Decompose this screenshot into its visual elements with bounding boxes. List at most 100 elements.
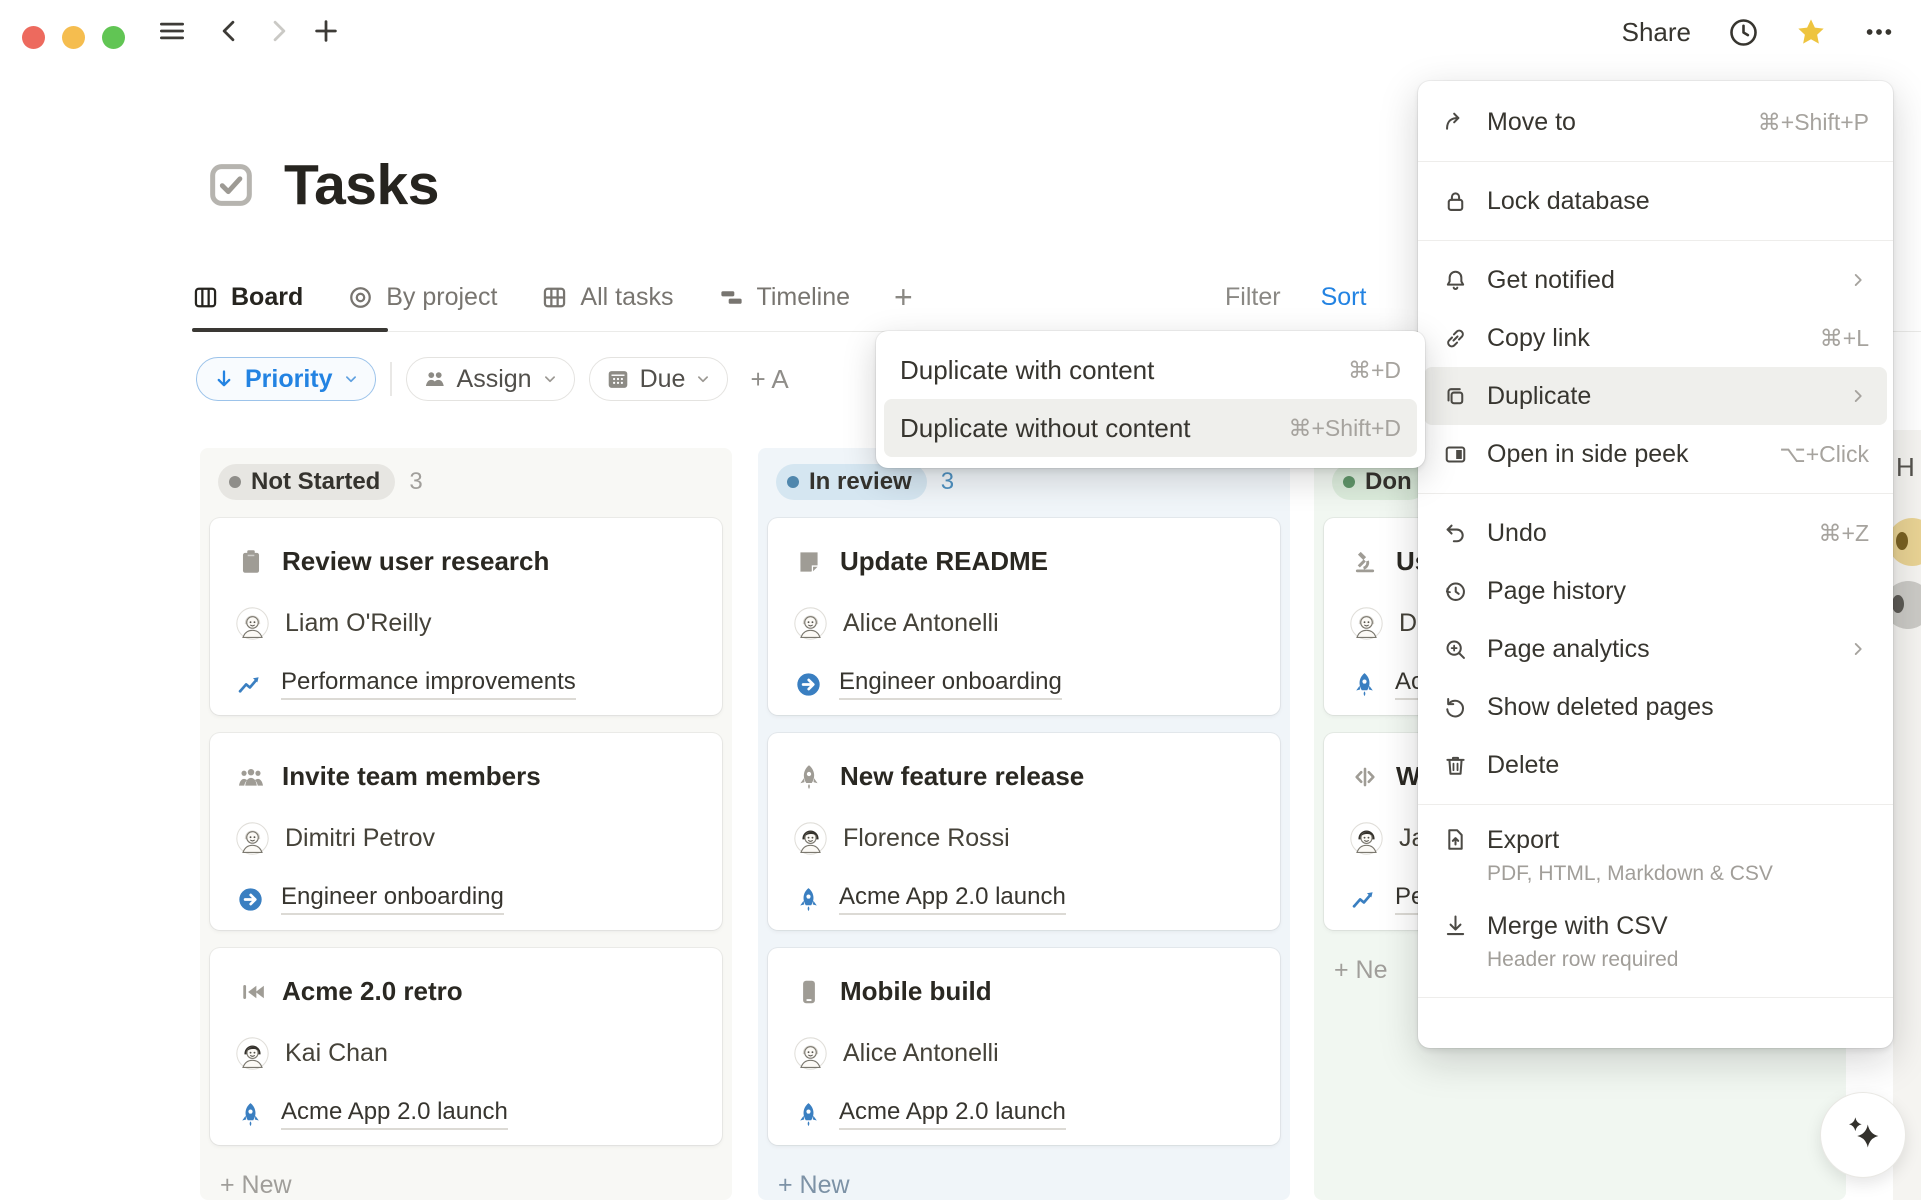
tab-all-tasks[interactable]: All tasks — [541, 283, 673, 312]
task-title: Mobile build — [840, 976, 992, 1007]
export-icon — [1442, 826, 1469, 853]
menu-label: Duplicate — [1487, 382, 1829, 411]
menu-icon — [157, 16, 187, 46]
circle-arrow-icon — [236, 885, 265, 914]
project-link[interactable]: Engineer onboarding — [281, 883, 504, 915]
rocket-icon — [794, 762, 824, 792]
column-count: 3 — [409, 468, 422, 496]
more-options-button[interactable] — [1863, 16, 1895, 48]
favorite-button[interactable] — [1795, 16, 1827, 48]
task-card[interactable]: Acme 2.0 retro Kai Chan Acme App 2.0 lau… — [210, 948, 722, 1145]
task-title: Acme 2.0 retro — [282, 976, 463, 1007]
menu-divider — [1418, 493, 1893, 494]
task-card[interactable]: New feature release Florence Rossi Acme … — [768, 733, 1280, 930]
rocket-icon — [794, 885, 823, 914]
menu-shortcut: ⌘+D — [1348, 357, 1401, 384]
timeline-icon — [718, 284, 745, 311]
chevron-right-icon — [1847, 385, 1869, 407]
tab-label: By project — [386, 283, 497, 312]
menu-item-export[interactable]: Export PDF, HTML, Markdown & CSV — [1424, 815, 1887, 901]
menu-label: Page analytics — [1487, 635, 1829, 664]
task-card[interactable]: Review user research Liam O'Reilly Perfo… — [210, 518, 722, 715]
filter-button[interactable]: Filter — [1225, 283, 1281, 312]
assignee-name: Dimitri Petrov — [285, 824, 435, 853]
circle-arrow-icon — [794, 670, 823, 699]
plus-icon: + — [894, 279, 913, 316]
menu-divider — [1418, 997, 1893, 998]
chart-icon — [236, 670, 265, 699]
status-badge[interactable]: Don — [1332, 464, 1427, 500]
menu-item-page-history[interactable]: Page history — [1424, 562, 1887, 620]
tab-by-project[interactable]: By project — [347, 283, 497, 312]
avatar — [1350, 822, 1383, 855]
close-window-button[interactable] — [22, 26, 45, 49]
assignee-name: Alice Antonelli — [843, 1039, 999, 1068]
duplicate-icon — [1442, 383, 1469, 410]
new-task-button[interactable]: + New — [220, 1171, 712, 1200]
project-link[interactable]: Acme App 2.0 launch — [839, 1098, 1066, 1130]
menu-label: Merge with CSV — [1487, 912, 1869, 941]
ai-assistant-button[interactable] — [1820, 1092, 1906, 1178]
tab-label: All tasks — [580, 283, 673, 312]
menu-item-get-notified[interactable]: Get notified — [1424, 251, 1887, 309]
forward-icon — [264, 17, 292, 45]
assign-filter-chip[interactable]: Assign — [406, 357, 575, 401]
add-view-button[interactable]: + — [894, 279, 913, 316]
menu-item-open-side-peek[interactable]: Open in side peek ⌥+Click — [1424, 425, 1887, 483]
notion-window: Share Tasks Board — [0, 0, 1921, 1200]
avatar — [236, 607, 269, 640]
menu-label: Undo — [1487, 519, 1801, 548]
priority-sort-chip[interactable]: Priority — [196, 357, 376, 401]
menu-label: Export — [1487, 826, 1869, 855]
column-name: Not Started — [251, 468, 380, 496]
updates-button[interactable] — [1727, 16, 1759, 48]
people-icon — [236, 762, 266, 792]
menu-item-undo[interactable]: Undo ⌘+Z — [1424, 504, 1887, 562]
project-link[interactable]: Acme App 2.0 launch — [281, 1098, 508, 1130]
new-tab-button[interactable] — [310, 15, 342, 47]
hidden-column-label-fragment: H — [1896, 452, 1915, 483]
menu-item-merge-with-csv[interactable]: Merge with CSV Header row required — [1424, 901, 1887, 987]
back-button[interactable] — [214, 15, 246, 47]
new-task-button[interactable]: + New — [778, 1171, 1270, 1200]
zoom-window-button[interactable] — [102, 26, 125, 49]
menu-item-page-analytics[interactable]: Page analytics — [1424, 620, 1887, 678]
forward-button[interactable] — [262, 15, 294, 47]
tab-board[interactable]: Board — [192, 283, 303, 312]
menu-item-move-to[interactable]: Move to ⌘+Shift+P — [1424, 93, 1887, 151]
menu-label: Open in side peek — [1487, 440, 1761, 469]
project-link[interactable]: Performance improvements — [281, 668, 576, 700]
task-card[interactable]: Invite team members Dimitri Petrov Engin… — [210, 733, 722, 930]
menu-shortcut: ⌘+Shift+P — [1758, 109, 1869, 136]
menu-label: Show deleted pages — [1487, 693, 1869, 722]
task-card[interactable]: Mobile build Alice Antonelli Acme App 2.… — [768, 948, 1280, 1145]
sidebar-menu-button[interactable] — [156, 15, 188, 47]
submenu-item-duplicate-with-content[interactable]: Duplicate with content ⌘+D — [884, 341, 1417, 399]
star-icon — [1795, 15, 1827, 49]
menu-item-lock-database[interactable]: Lock database — [1424, 172, 1887, 230]
status-badge[interactable]: Not Started — [218, 464, 395, 500]
project-link[interactable]: Engineer onboarding — [839, 668, 1062, 700]
share-button[interactable]: Share — [1622, 17, 1691, 48]
column-not-started: Not Started 3 Review user research Liam … — [200, 448, 732, 1200]
menu-item-show-deleted-pages[interactable]: Show deleted pages — [1424, 678, 1887, 736]
menu-item-delete[interactable]: Delete — [1424, 736, 1887, 794]
task-card[interactable]: Update README Alice Antonelli Engineer o… — [768, 518, 1280, 715]
menu-shortcut: ⌥+Click — [1779, 441, 1869, 468]
board-icon — [192, 284, 219, 311]
project-link[interactable]: Acme App 2.0 launch — [839, 883, 1066, 915]
status-badge[interactable]: In review — [776, 464, 927, 500]
tab-timeline[interactable]: Timeline — [718, 283, 851, 312]
due-filter-chip[interactable]: Due — [589, 357, 729, 401]
sort-button[interactable]: Sort — [1321, 283, 1367, 312]
menu-item-duplicate[interactable]: Duplicate — [1424, 367, 1887, 425]
back-icon — [216, 17, 244, 45]
rocket-icon — [236, 1100, 265, 1129]
submenu-item-duplicate-without-content[interactable]: Duplicate without content ⌘+Shift+D — [884, 399, 1417, 457]
move-to-icon — [1442, 109, 1469, 136]
minimize-window-button[interactable] — [62, 26, 85, 49]
menu-label: Get notified — [1487, 266, 1829, 295]
add-filter-button[interactable]: + A — [750, 364, 788, 395]
menu-item-copy-link[interactable]: Copy link ⌘+L — [1424, 309, 1887, 367]
clipboard-icon — [236, 547, 266, 577]
